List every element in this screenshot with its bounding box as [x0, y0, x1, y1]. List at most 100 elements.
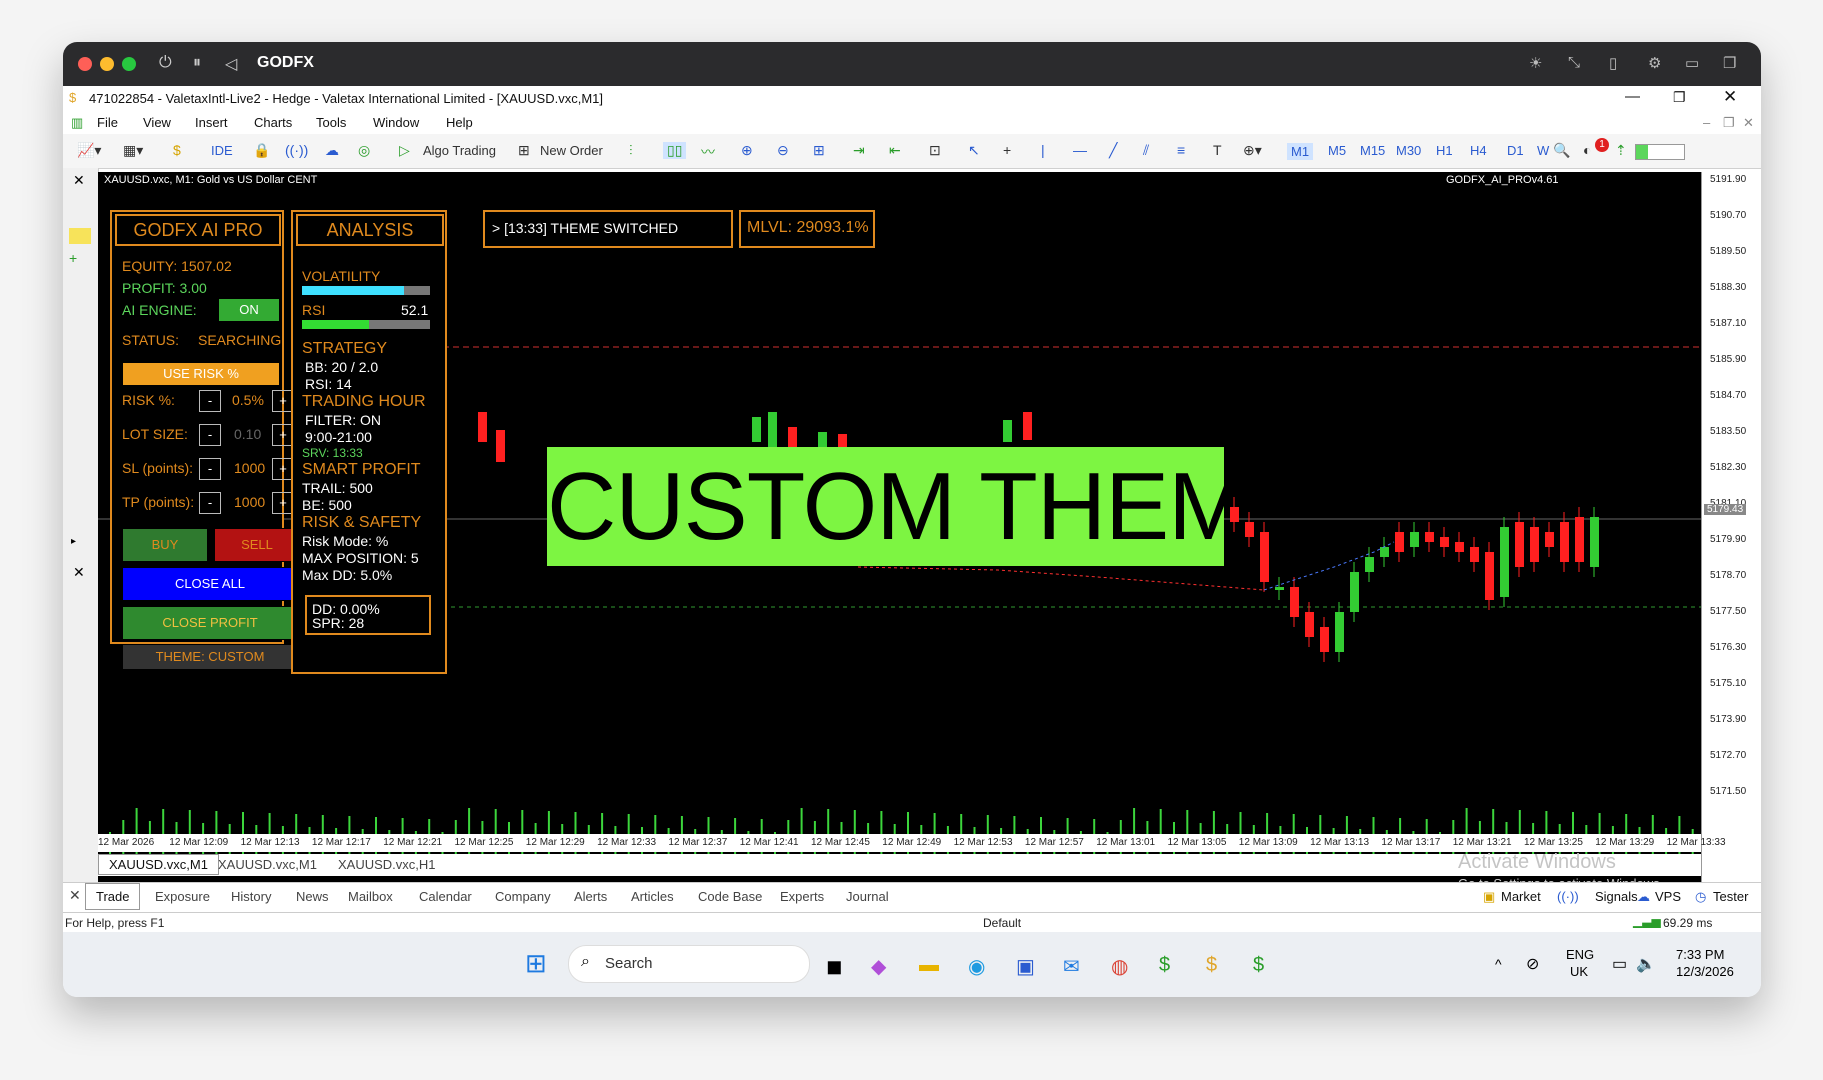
chart-type-icon[interactable]: 📈▾ [77, 142, 101, 159]
mt5-2-icon[interactable]: $ [1206, 954, 1217, 977]
close-toolbox-icon[interactable]: ✕ [69, 887, 81, 904]
store-icon[interactable]: ▣ [1016, 954, 1035, 979]
menu-insert[interactable]: Insert [195, 115, 228, 130]
taskbar-search[interactable]: ⌕ Search [568, 945, 810, 983]
templates-icon[interactable]: ▦▾ [123, 142, 143, 159]
signal-icon[interactable]: ((·)) [285, 142, 308, 158]
m365-icon[interactable]: ◆ [871, 954, 886, 979]
tab-articles[interactable]: Articles [631, 889, 674, 904]
tab-code-base[interactable]: Code Base [698, 889, 762, 904]
use-risk-button[interactable]: USE RISK % [122, 362, 280, 386]
tab-news[interactable]: News [296, 889, 329, 904]
usb-icon[interactable]: ▯ [1609, 54, 1617, 72]
tab-alerts[interactable]: Alerts [574, 889, 607, 904]
new-order-button[interactable]: New Order [540, 143, 603, 158]
chart-tab-1[interactable]: XAUUSD.vxc,M1 [98, 854, 219, 875]
crosshair-icon[interactable]: + [1003, 142, 1011, 158]
close-icon[interactable]: ✕ [1723, 87, 1737, 107]
tf-h4[interactable]: H4 [1470, 143, 1487, 158]
tab-mailbox[interactable]: Mailbox [348, 889, 393, 904]
zoom-out-icon[interactable]: ⊖ [777, 142, 789, 159]
tf-m15[interactable]: M15 [1360, 143, 1385, 158]
tab-experts[interactable]: Experts [780, 889, 824, 904]
task-view-icon[interactable]: ◼ [826, 954, 843, 979]
mt5-3-icon[interactable]: $ [1253, 954, 1264, 977]
bar-chart-icon[interactable]: ⫶ [629, 142, 633, 159]
fibo-icon[interactable]: ≡ [1177, 142, 1185, 158]
back-icon[interactable]: ◁ [225, 54, 237, 74]
restore-icon[interactable]: ❐ [1673, 89, 1686, 106]
tf-d1[interactable]: D1 [1507, 143, 1524, 158]
new-order-icon[interactable]: ⊞ [518, 142, 530, 159]
power-icon[interactable]: ⏻ [159, 54, 172, 72]
buy-button[interactable]: BUY [122, 528, 208, 562]
line-chart-icon[interactable]: 〰 [701, 142, 715, 162]
tf-m1[interactable]: M1 [1287, 143, 1314, 160]
vline-icon[interactable]: | [1041, 142, 1045, 158]
mdi-close-icon[interactable]: ✕ [1743, 115, 1754, 131]
close-panel-2-icon[interactable]: ✕ [73, 564, 85, 581]
close-panel-icon[interactable]: ✕ [73, 172, 85, 189]
trendline-icon[interactable]: ╱ [1109, 142, 1117, 159]
volume-icon[interactable]: 🔈 [1636, 954, 1656, 974]
bag-icon[interactable]: 🔒 [253, 142, 270, 159]
lang-text[interactable]: ENG [1566, 947, 1594, 962]
add-icon[interactable]: + [69, 250, 77, 266]
tray-chevron-icon[interactable]: ^ [1495, 956, 1502, 972]
theme-button[interactable]: THEME: CUSTOM [122, 644, 298, 670]
sl-minus-button[interactable]: - [199, 458, 221, 480]
minimize-icon[interactable]: — [1625, 88, 1640, 105]
zoom-dot[interactable] [122, 57, 136, 71]
chart-tab-2[interactable]: XAUUSD.vxc,M1 [218, 857, 317, 872]
tf-m30[interactable]: M30 [1396, 143, 1421, 158]
minimize-dot[interactable] [100, 57, 114, 71]
network-off-icon[interactable]: ⊘ [1526, 954, 1539, 974]
menu-tools[interactable]: Tools [316, 115, 346, 130]
mdi-minimize-icon[interactable]: – [1703, 115, 1710, 130]
shift-icon[interactable]: ⇤ [889, 142, 901, 159]
market-icon[interactable]: $ [173, 142, 181, 158]
chart-menu-icon[interactable]: ▥ [71, 115, 83, 131]
menu-view[interactable]: View [143, 115, 171, 130]
sell-button[interactable]: SELL [214, 528, 300, 562]
edge-icon[interactable]: ◉ [968, 954, 985, 979]
tf-h1[interactable]: H1 [1436, 143, 1453, 158]
candles-icon[interactable]: ▯▯ [663, 142, 687, 159]
expand-icon[interactable]: ▸ [71, 536, 76, 547]
marker-icon[interactable] [69, 228, 91, 244]
tab-trade[interactable]: Trade [85, 883, 141, 910]
signals-link[interactable]: Signals [1595, 889, 1638, 904]
chart-tab-3[interactable]: XAUUSD.vxc,H1 [338, 857, 436, 872]
clock-time[interactable]: 7:33 PM [1676, 947, 1724, 962]
notifications-icon[interactable]: ◐ [1583, 142, 1591, 158]
explorer-icon[interactable]: ▬ [919, 954, 939, 977]
vps-link[interactable]: VPS [1655, 889, 1681, 904]
tab-history[interactable]: History [231, 889, 271, 904]
mdi-restore-icon[interactable]: ❐ [1723, 115, 1735, 131]
close-dot[interactable] [78, 57, 92, 71]
tab-journal[interactable]: Journal [846, 889, 889, 904]
menu-file[interactable]: File [97, 115, 118, 130]
channel-icon[interactable]: ⫽ [1143, 142, 1149, 159]
menu-window[interactable]: Window [373, 115, 419, 130]
price-chart[interactable]: XAUUSD.vxc, M1: Gold vs US Dollar CENT G… [98, 172, 1701, 894]
algo-trading-button[interactable]: Algo Trading [423, 143, 496, 158]
hline-icon[interactable]: — [1073, 142, 1087, 158]
text-icon[interactable]: T [1213, 142, 1222, 158]
tf-w[interactable]: W [1537, 143, 1549, 158]
market-link[interactable]: Market [1501, 889, 1541, 904]
resize-icon[interactable]: ⤡ [1568, 54, 1580, 71]
screenshot-icon[interactable]: ⊡ [929, 142, 941, 159]
folder-icon[interactable]: ▭ [1685, 54, 1699, 72]
brightness-icon[interactable]: ☀ [1529, 54, 1542, 72]
settings-icon[interactable]: ⚙ [1648, 54, 1661, 72]
menu-help[interactable]: Help [446, 115, 473, 130]
risk-minus-button[interactable]: - [199, 390, 221, 412]
lot-minus-button[interactable]: - [199, 424, 221, 446]
window-icon[interactable]: ❐ [1723, 54, 1736, 72]
tab-calendar[interactable]: Calendar [419, 889, 472, 904]
tab-company[interactable]: Company [495, 889, 551, 904]
algo-play-icon[interactable]: ▷ [399, 142, 410, 159]
tp-minus-button[interactable]: - [199, 492, 221, 514]
cloud-icon[interactable]: ☁ [325, 142, 339, 159]
